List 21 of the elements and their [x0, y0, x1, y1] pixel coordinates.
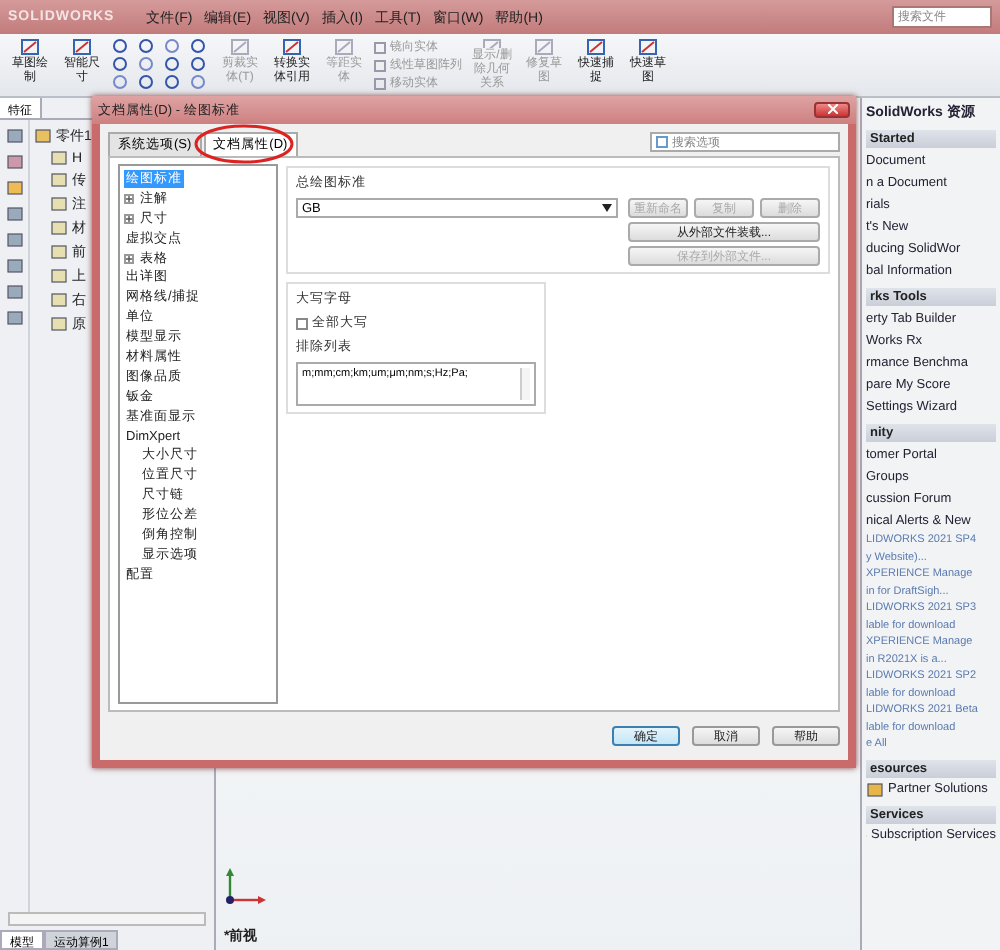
checkbox[interactable]: [296, 317, 308, 329]
sketch-tool-icon: [482, 38, 502, 48]
sketch-tool-icon: [20, 38, 40, 56]
sketch-tool-icon: [334, 38, 354, 56]
caret-icon: [602, 204, 612, 212]
axis-triad-icon: [224, 866, 268, 906]
highlight-circle: [193, 124, 294, 164]
sketch-tool-icon: [586, 38, 606, 56]
close-icon: [827, 104, 837, 114]
part-icon: [34, 128, 52, 144]
sketch-tool-icon: [282, 38, 302, 56]
expand-icon[interactable]: [124, 253, 134, 264]
expand-icon[interactable]: [124, 194, 134, 205]
sketch-tool-icon: [230, 38, 250, 56]
expand-icon[interactable]: [124, 213, 134, 224]
close-button[interactable]: [814, 102, 850, 118]
sketch-tool-icon: [638, 38, 658, 56]
scrollbar[interactable]: [8, 912, 206, 926]
sketch-tool-icon: [534, 38, 554, 56]
sketch-tool-icon: [72, 38, 92, 56]
list-icon: [656, 136, 668, 148]
